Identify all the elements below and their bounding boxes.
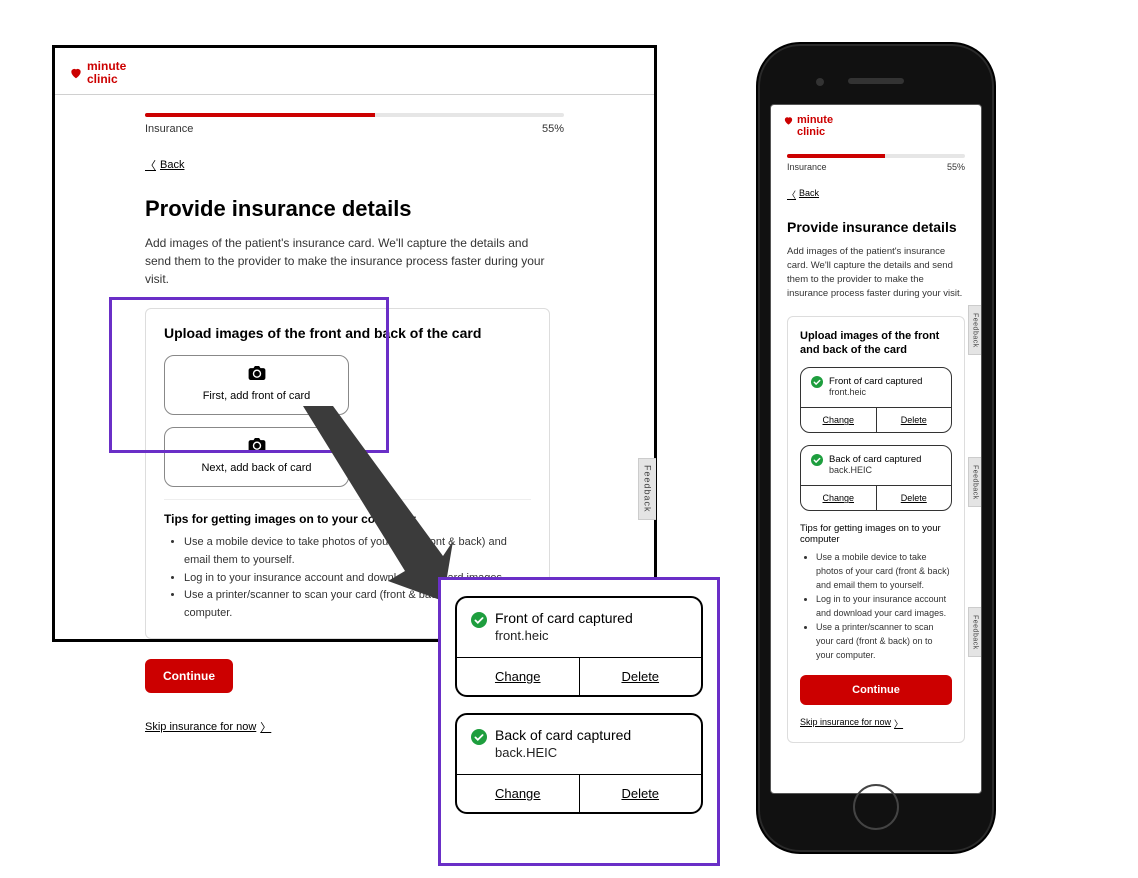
back-link[interactable]: 〈 Back (145, 157, 184, 173)
tip-item: Use a mobile device to take photos of yo… (184, 534, 531, 569)
captured-front-title: Front of card captured (829, 376, 922, 387)
camera-icon (173, 438, 340, 456)
captured-back-delete-button[interactable]: Delete (877, 486, 952, 510)
tips-list: Use a mobile device to take photos of yo… (800, 551, 952, 663)
captured-back-title: Back of card captured (495, 727, 631, 743)
check-circle-icon (471, 612, 487, 628)
upload-section-title: Upload images of the front and back of t… (800, 329, 952, 358)
check-circle-icon (471, 729, 487, 745)
back-link-label: Back (160, 159, 184, 171)
skip-insurance-link[interactable]: Skip insurance for now 〉 (145, 719, 271, 735)
chevron-right-icon: 〉 (260, 719, 271, 735)
page-title: Provide insurance details (787, 219, 965, 235)
divider (164, 499, 531, 500)
camera-icon (173, 366, 340, 384)
progress-stage-label: Insurance (787, 162, 827, 172)
chevron-left-icon: 〈 (787, 188, 796, 201)
page-intro: Add images of the patient's insurance ca… (787, 245, 965, 302)
progress-bar (145, 113, 564, 117)
feedback-tab[interactable]: Feedback (968, 305, 981, 355)
upload-panel: Upload images of the front and back of t… (787, 316, 965, 743)
captured-front-delete-button[interactable]: Delete (877, 408, 952, 432)
phone-camera-dot (816, 78, 824, 86)
tip-item: Use a printer/scanner to scan your card … (816, 621, 952, 663)
upload-back-label: Next, add back of card (173, 462, 340, 474)
captured-back-filename: back.HEIC (495, 745, 631, 760)
captured-front-filename: front.heic (829, 387, 922, 397)
captured-front-card: Front of card captured front.heic Change… (800, 367, 952, 433)
brand-line1: minute (87, 59, 126, 73)
skip-insurance-link[interactable]: Skip insurance for now 〉 (800, 717, 903, 730)
phone-hardware-top (758, 44, 994, 104)
back-link[interactable]: 〈 Back (787, 188, 819, 201)
continue-button[interactable]: Continue (800, 675, 952, 705)
upload-back-button[interactable]: Next, add back of card (164, 427, 349, 487)
progress-pct-label: 55% (542, 123, 564, 135)
captured-front-title: Front of card captured (495, 610, 633, 626)
mobile-header: minuteclinic (771, 105, 981, 144)
captured-front-filename: front.heic (495, 628, 633, 643)
phone-speaker (848, 78, 904, 84)
feedback-tab[interactable]: Feedback (968, 607, 981, 657)
upload-front-label: First, add front of card (173, 390, 340, 402)
upload-front-button[interactable]: First, add front of card (164, 355, 349, 415)
tips-title: Tips for getting images on to your compu… (164, 512, 531, 526)
upload-section-title: Upload images of the front and back of t… (164, 325, 531, 341)
captured-back-change-button[interactable]: Change (801, 486, 877, 510)
tips-title: Tips for getting images on to your compu… (800, 523, 952, 545)
feedback-tab[interactable]: Feedback (968, 457, 981, 507)
captured-back-delete-button[interactable]: Delete (580, 775, 702, 812)
captured-back-card: Back of card captured back.HEIC Change D… (800, 445, 952, 511)
phone-mock-frame: minuteclinic Insurance 55% 〈 Back Provid… (756, 42, 996, 854)
captured-front-card: Front of card captured front.heic Change… (455, 596, 703, 697)
continue-button[interactable]: Continue (145, 659, 233, 693)
desktop-header: minuteclinic (55, 48, 654, 95)
heart-icon (783, 115, 794, 126)
chevron-right-icon: 〉 (894, 717, 903, 730)
captured-front-change-button[interactable]: Change (801, 408, 877, 432)
progress-fill (145, 113, 375, 117)
brand-logo: minuteclinic (783, 115, 969, 138)
check-circle-icon (811, 454, 823, 466)
phone-screen: minuteclinic Insurance 55% 〈 Back Provid… (770, 104, 982, 794)
brand-line2: clinic (87, 72, 118, 86)
captured-back-filename: back.HEIC (829, 465, 921, 475)
skip-label: Skip insurance for now (145, 721, 256, 733)
progress-bar (787, 154, 965, 158)
heart-icon (69, 66, 83, 80)
page-intro: Add images of the patient's insurance ca… (145, 234, 555, 288)
captured-back-card: Back of card captured back.HEIC Change D… (455, 713, 703, 814)
chevron-left-icon: 〈 (145, 157, 156, 173)
feedback-tab[interactable]: Feedback (638, 458, 656, 520)
captured-front-delete-button[interactable]: Delete (580, 658, 702, 695)
check-circle-icon (811, 376, 823, 388)
brand-logo: minuteclinic (69, 60, 640, 86)
feedback-label: Feedback (643, 465, 653, 513)
captured-back-title: Back of card captured (829, 454, 921, 465)
continue-label: Continue (163, 669, 215, 683)
tip-item: Log in to your insurance account and dow… (816, 593, 952, 621)
progress-fill (787, 154, 885, 158)
desktop-mock-frame: minuteclinic Insurance 55% 〈 Back Provid… (52, 45, 657, 642)
captured-front-change-button[interactable]: Change (457, 658, 580, 695)
tip-item: Use a mobile device to take photos of yo… (816, 551, 952, 593)
progress-pct-label: 55% (947, 162, 965, 172)
progress-stage-label: Insurance (145, 123, 193, 135)
annotation-box-captured: Front of card captured front.heic Change… (438, 577, 720, 866)
phone-home-button (853, 784, 899, 830)
page-title: Provide insurance details (145, 196, 564, 222)
captured-back-change-button[interactable]: Change (457, 775, 580, 812)
